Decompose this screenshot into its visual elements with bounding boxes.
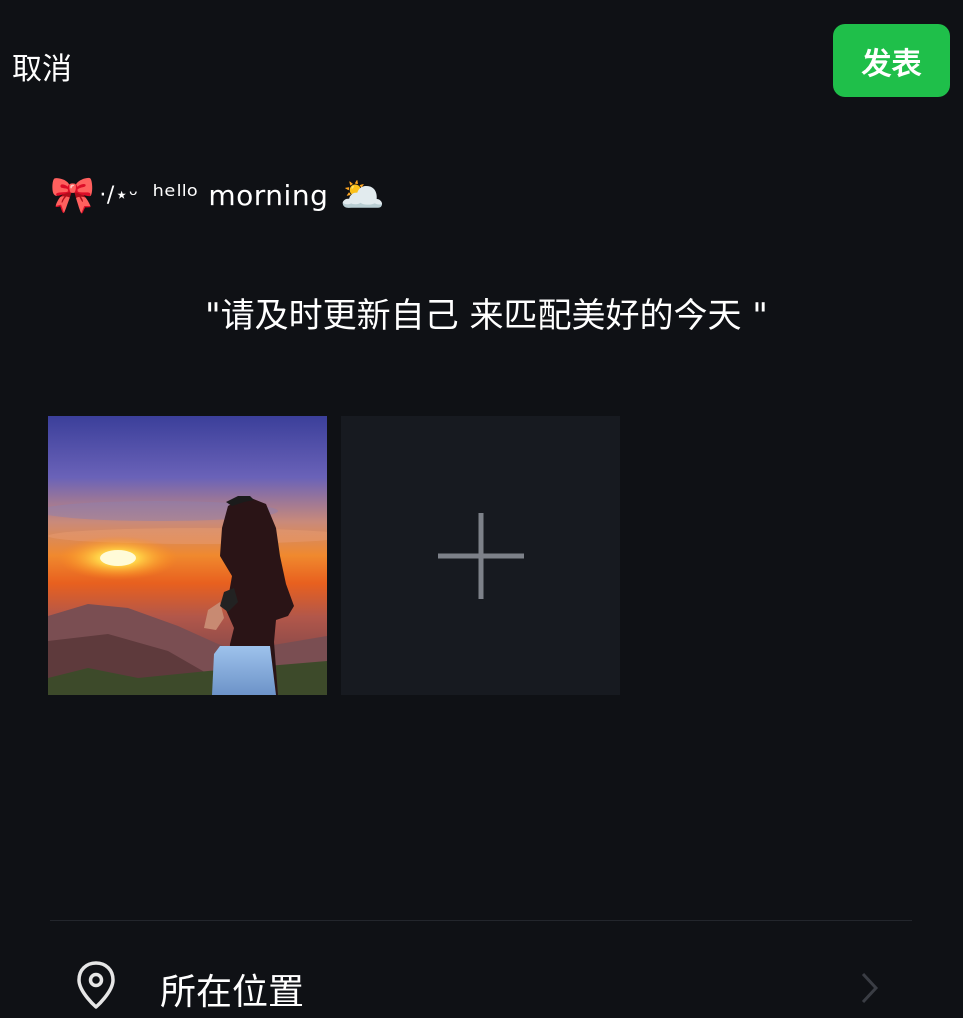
plus-icon xyxy=(437,512,524,599)
divider xyxy=(50,920,912,921)
post-text-greeting: ʰᵉˡˡᵒ morning xyxy=(152,178,329,212)
location-pin-icon xyxy=(77,961,115,1009)
location-row[interactable]: 所在位置 xyxy=(0,945,963,1018)
attached-photo[interactable] xyxy=(48,416,327,695)
add-photo-button[interactable] xyxy=(341,416,620,695)
post-text-line-2[interactable]: "请及时更新自己 来匹配美好的今天 " xyxy=(205,288,768,337)
publish-button[interactable]: 发表 xyxy=(833,24,950,97)
chevron-right-icon xyxy=(861,972,879,1004)
location-label: 所在位置 xyxy=(160,972,305,1013)
post-compose-screen: 取消 发表 🎀 ·/⋆ᵕ ʰᵉˡˡᵒ morning 🌥️ "请及时更新自己 来… xyxy=(0,0,963,1018)
post-text-line-1[interactable]: 🎀 ·/⋆ᵕ ʰᵉˡˡᵒ morning 🌥️ xyxy=(50,170,386,220)
cancel-button[interactable]: 取消 xyxy=(12,52,72,88)
decor-symbols: ·/⋆ᵕ xyxy=(99,182,139,208)
sunset-photo-image xyxy=(48,416,327,695)
bow-emoji: 🎀 xyxy=(50,175,96,216)
sun-cloud-emoji: 🌥️ xyxy=(340,175,386,216)
